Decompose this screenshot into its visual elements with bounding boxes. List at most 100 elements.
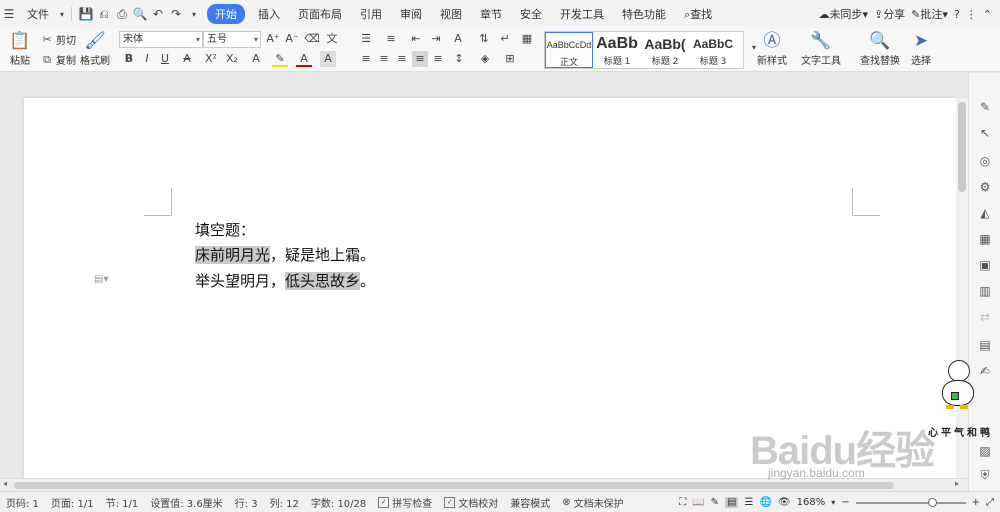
page-view-icon[interactable]: ▤	[725, 497, 739, 508]
zoom-level[interactable]: 168%	[797, 497, 826, 508]
text-line-1[interactable]: 填空题：	[195, 219, 255, 240]
phonetic-icon[interactable]: 文	[324, 31, 340, 47]
select-button[interactable]: ➤ 选择	[906, 30, 936, 67]
status-page-code[interactable]: 页码: 1	[0, 495, 45, 510]
shield-icon[interactable]: ⛨	[977, 467, 993, 483]
grow-font-icon[interactable]: A⁺	[265, 31, 281, 47]
paragraph-handle-icon[interactable]: ▤▾	[94, 274, 108, 285]
tab-home[interactable]: 开始	[207, 4, 245, 24]
edit-icon[interactable]: ✍	[977, 363, 993, 379]
pen-icon[interactable]: ✎	[977, 99, 993, 115]
underline-icon[interactable]: U	[157, 51, 173, 67]
status-col[interactable]: 列: 12	[264, 495, 305, 510]
font-name-select[interactable]: 宋体 ▾	[119, 31, 203, 48]
zoom-in-icon[interactable]: +	[972, 497, 980, 508]
document-icon[interactable]: ▤	[977, 337, 993, 353]
zoom-slider[interactable]	[855, 497, 966, 507]
link-icon[interactable]: ⇄	[977, 309, 993, 325]
tab-chapter[interactable]: 章节	[471, 6, 511, 22]
align-center-icon[interactable]: ≡	[376, 51, 392, 67]
new-style-button[interactable]: Ⓐ 新样式	[752, 30, 792, 67]
style-normal[interactable]: AaBbCcDd 正文	[545, 32, 593, 68]
find-replace-button[interactable]: 🔍 查找替换	[858, 30, 902, 67]
tab-insert[interactable]: 插入	[249, 6, 289, 22]
style-heading-3[interactable]: AaBbC 标题 3	[689, 32, 737, 68]
char-shading-icon[interactable]: A	[320, 51, 336, 67]
format-painter-button[interactable]: 🖌 格式刷	[80, 30, 110, 67]
spell-check-button[interactable]: ✓ 拼写检查	[372, 495, 438, 510]
italic-icon[interactable]: I	[139, 51, 155, 67]
outline-view-icon[interactable]: ☰	[744, 497, 753, 508]
hamburger-icon[interactable]: ☰	[0, 5, 18, 23]
redo-icon[interactable]: ↷	[167, 5, 185, 23]
zoom-knob[interactable]	[927, 497, 937, 507]
protection-button[interactable]: ⊗ 文档未保护	[556, 495, 629, 510]
table-layout-icon[interactable]: ▦	[519, 31, 535, 47]
comment-button[interactable]: ✎批注▾	[911, 6, 948, 22]
justify-icon[interactable]: ≡	[412, 51, 428, 67]
shading-icon[interactable]: ◈	[477, 51, 493, 67]
sync-button[interactable]: ☁未同步▾	[818, 6, 868, 22]
zoom-out-icon[interactable]: −	[841, 497, 849, 508]
copy-button[interactable]: ⧉ 复制	[40, 52, 76, 68]
shape-icon[interactable]: ◭	[977, 205, 993, 221]
status-word-count[interactable]: 字数: 10/28	[305, 495, 372, 510]
bold-icon[interactable]: B	[121, 51, 137, 67]
tab-security[interactable]: 安全	[511, 6, 551, 22]
status-section[interactable]: 节: 1/1	[100, 495, 145, 510]
align-left-icon[interactable]: ≡	[358, 51, 374, 67]
chinese-layout-icon[interactable]: A	[450, 31, 466, 47]
share-button[interactable]: ⇪分享	[874, 6, 905, 22]
superscript-icon[interactable]: X²	[203, 51, 219, 67]
text-line-3[interactable]: 举头望明月，低头思故乡。	[195, 270, 375, 291]
file-menu[interactable]: 文件	[18, 6, 58, 22]
shrink-font-icon[interactable]: A⁻	[284, 31, 300, 47]
eye-protect-icon[interactable]: 👁	[778, 497, 791, 508]
tab-developer[interactable]: 开发工具	[551, 6, 613, 22]
text-line-2[interactable]: 床前明月光，疑是地上霜。	[195, 244, 375, 265]
scroll-left-icon[interactable]: ◂	[3, 479, 7, 488]
fit-icon[interactable]: ⤢	[986, 497, 994, 508]
web-view-icon[interactable]: 🌐	[759, 497, 771, 508]
bullet-list-icon[interactable]: ☰	[358, 31, 374, 47]
show-marks-icon[interactable]: ↵	[497, 31, 513, 47]
strikethrough-icon[interactable]: A	[179, 51, 195, 67]
settings-icon[interactable]: ⚙	[977, 179, 993, 195]
image-icon[interactable]: ▨	[977, 443, 993, 459]
tab-page-layout[interactable]: 页面布局	[289, 6, 351, 22]
more-icon[interactable]: ⋮	[966, 8, 977, 21]
tab-references[interactable]: 引用	[351, 6, 391, 22]
numbered-list-icon[interactable]: ≡	[383, 31, 399, 47]
align-right-icon[interactable]: ≡	[394, 51, 410, 67]
font-color-icon[interactable]: A	[296, 51, 312, 67]
pen-mode-icon[interactable]: ✎	[711, 497, 719, 508]
zoom-level-chevron-icon[interactable]: ▾	[831, 498, 835, 507]
fullscreen-icon[interactable]: ⛶	[679, 497, 686, 508]
tab-view[interactable]: 视图	[431, 6, 471, 22]
tab-review[interactable]: 审阅	[391, 6, 431, 22]
location-icon[interactable]: ◎	[977, 153, 993, 169]
border-icon[interactable]: ⊞	[502, 51, 518, 67]
scroll-thumb[interactable]	[958, 102, 966, 192]
save-icon[interactable]: 💾	[77, 5, 95, 23]
grid-icon[interactable]: ▣	[977, 257, 993, 273]
chevron-down-icon[interactable]: ▾	[58, 5, 66, 23]
text-tools-button[interactable]: 🔧 文字工具	[800, 30, 842, 67]
status-page[interactable]: 页面: 1/1	[45, 495, 100, 510]
clear-format-icon[interactable]: ⌫	[304, 31, 320, 47]
status-position[interactable]: 设置值: 3.6厘米	[144, 495, 228, 510]
doc-proof-button[interactable]: ✓ 文档校对	[438, 495, 504, 510]
reading-view-icon[interactable]: 📖	[692, 497, 704, 508]
print-icon[interactable]: ⎙	[113, 5, 131, 23]
paste-button[interactable]: 📋 粘贴	[6, 30, 34, 67]
customize-icon[interactable]: ▾	[185, 5, 203, 23]
cursor-icon[interactable]: ↖	[977, 125, 993, 141]
status-row[interactable]: 行: 3	[229, 495, 264, 510]
increase-indent-icon[interactable]: ⇥	[428, 31, 444, 47]
text-effect-icon[interactable]: A	[248, 51, 264, 67]
table-icon[interactable]: ▦	[977, 231, 993, 247]
distributed-icon[interactable]: ≡	[430, 51, 446, 67]
decrease-indent-icon[interactable]: ⇤	[408, 31, 424, 47]
chart-icon[interactable]: ▥	[977, 283, 993, 299]
undo-icon[interactable]: ↶	[149, 5, 167, 23]
